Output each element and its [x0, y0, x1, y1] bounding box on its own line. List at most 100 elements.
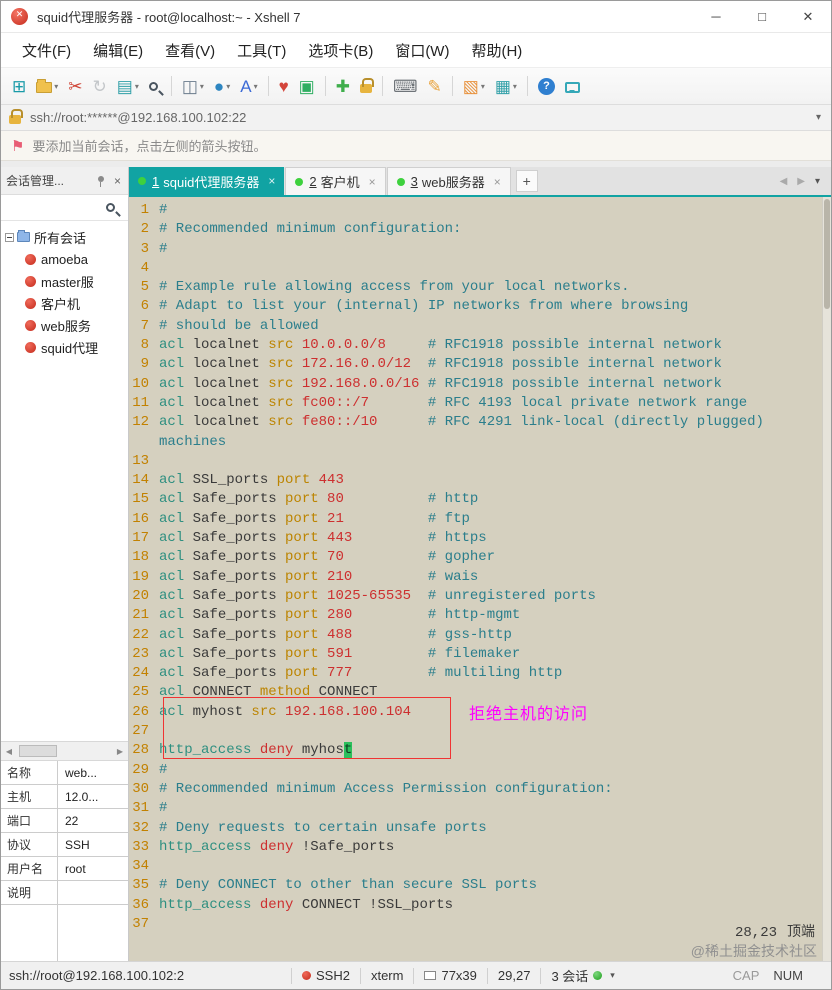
text-segment: port: [285, 549, 328, 566]
text-segment: acl: [159, 337, 193, 354]
text-segment: # should be allowed: [159, 317, 319, 334]
text-segment: # Deny requests to certain unsafe ports: [159, 819, 487, 836]
property-row: 主机 12.0...: [1, 785, 128, 809]
terminal-line: 12 acl localnet src fe80::/10 # RFC 4291 …: [129, 413, 821, 432]
address-bar[interactable]: ssh://root:******@192.168.100.102:22 ▾: [1, 105, 831, 131]
text-segment: localnet: [192, 356, 269, 373]
fullscreen-icon[interactable]: ✚: [332, 72, 354, 100]
tab-menu-icon[interactable]: ▾: [810, 176, 825, 187]
magnifier-glyph: [148, 81, 158, 91]
panel-close-icon[interactable]: ×: [112, 174, 123, 188]
open-session-icon[interactable]: ▾: [32, 72, 62, 100]
highlight-pen-icon[interactable]: ✎: [424, 72, 446, 100]
line-text: acl Safe_ports port 591 # filemaker: [159, 646, 520, 662]
text-segment: # Recommended minimum Access Permission …: [159, 780, 613, 797]
tab-web服务器[interactable]: 3 web服务器 ×: [386, 167, 511, 195]
session-menu-icon[interactable]: ▾: [610, 970, 615, 981]
tile-windows-icon[interactable]: ▦ ▾: [491, 72, 521, 100]
line-number: 29: [132, 761, 149, 778]
minimize-button[interactable]: ─: [693, 1, 739, 33]
menu-item[interactable]: 文件(F): [11, 36, 82, 65]
session-tree-item[interactable]: web服务: [1, 314, 128, 336]
line-number: 28: [132, 742, 149, 759]
session-tree-item[interactable]: squid代理: [1, 336, 128, 358]
text-segment: # RFC 4291 link-local (directly plugged): [427, 414, 764, 431]
session-tree-item[interactable]: master服: [1, 270, 128, 292]
address-dropdown-icon[interactable]: ▾: [814, 112, 823, 123]
proxy-globe-icon[interactable]: ● ▾: [210, 72, 234, 100]
terminal-scrollbar[interactable]: [822, 197, 831, 961]
text-segment: acl: [159, 510, 193, 527]
glyph: ✚: [335, 76, 350, 96]
text-segment: 443: [327, 530, 353, 547]
terminal-line: 4: [129, 259, 821, 278]
font-icon[interactable]: A ▾: [236, 72, 261, 100]
text-segment: port: [285, 626, 328, 643]
main-area: 会话管理... × 所有会话 amoeba master服 客户机 web服务 squi…: [1, 167, 831, 961]
terminal-line: 16 acl Safe_ports port 21 # ftp: [129, 510, 821, 529]
chat-icon[interactable]: [561, 72, 584, 100]
session-properties-icon[interactable]: ▤ ▾: [113, 72, 143, 100]
terminal-line: 35 # Deny CONNECT to other than secure SS…: [129, 876, 821, 895]
terminal-line: 37: [129, 915, 821, 934]
menu-item[interactable]: 工具(T): [226, 36, 297, 65]
maximize-button[interactable]: □: [739, 1, 785, 33]
tab-squid代理服务器[interactable]: 1 squid代理服务器 ×: [129, 167, 285, 195]
tab-nav-forward-icon[interactable]: ▶: [792, 176, 810, 187]
property-value: 12.0...: [65, 789, 99, 804]
tab-close-icon[interactable]: ×: [494, 175, 501, 189]
menu-item[interactable]: 编辑(E): [82, 36, 154, 65]
menu-item[interactable]: 选项卡(B): [297, 36, 384, 65]
help-icon[interactable]: ?: [534, 72, 559, 100]
session-tree-item[interactable]: 客户机: [1, 292, 128, 314]
close-button[interactable]: ✕: [785, 1, 831, 33]
text-segment: localnet: [192, 337, 269, 354]
scroll-right-icon[interactable]: ▶: [112, 747, 128, 756]
menu-item[interactable]: 查看(V): [154, 36, 226, 65]
text-segment: # multiling http: [427, 665, 563, 682]
tab-客户机[interactable]: 2 客户机 ×: [285, 167, 386, 195]
pin-icon[interactable]: [96, 175, 106, 187]
line-text: # Deny requests to certain unsafe ports: [159, 820, 487, 836]
tree-root[interactable]: 所有会话: [1, 226, 128, 248]
terminal-line: 15 acl Safe_ports port 80 # http: [129, 490, 821, 509]
keyboard-icon[interactable]: ⌨: [389, 72, 422, 100]
scrollbar-track[interactable]: [17, 744, 112, 758]
lock-screen-icon[interactable]: [356, 72, 376, 100]
terminal-line: 2 # Recommended minimum configuration:: [129, 220, 821, 239]
text-segment: localnet: [192, 375, 269, 392]
property-row: 说明: [1, 881, 128, 905]
tab-close-icon[interactable]: ×: [268, 174, 275, 188]
terminal[interactable]: 1 #2 # Recommended minimum configuration: 3…: [129, 197, 831, 961]
split-screen-icon[interactable]: ◫ ▾: [178, 72, 208, 100]
text-segment: [386, 337, 428, 353]
flag-icon: ⚑: [11, 137, 25, 155]
menu-item[interactable]: 帮助(H): [460, 36, 533, 65]
search-icon[interactable]: [106, 203, 115, 212]
reconnect-icon[interactable]: ↻: [89, 72, 111, 100]
line-text: # Adapt to list your (internal) IP netwo…: [159, 298, 688, 314]
file-transfer-icon[interactable]: ▧ ▾: [459, 72, 489, 100]
find-icon[interactable]: [145, 72, 165, 100]
compose-bar-icon[interactable]: ▣: [295, 72, 319, 100]
line-text: http_access deny !Safe_ports: [159, 839, 394, 855]
disconnect-icon[interactable]: ✂: [64, 72, 86, 100]
new-tab-button[interactable]: +: [515, 170, 538, 192]
text-segment: port: [285, 530, 328, 547]
new-session-icon[interactable]: ⊞: [8, 72, 30, 100]
session-tree-item[interactable]: amoeba: [1, 248, 128, 270]
sidebar-horizontal-scrollbar[interactable]: ◀ ▶: [1, 741, 128, 761]
tab-nav-back-icon[interactable]: ◀: [775, 176, 793, 187]
text-segment: [344, 491, 428, 507]
line-number: 18: [132, 549, 149, 566]
quick-commands-icon[interactable]: ♥: [275, 72, 293, 100]
tree-collapse-icon[interactable]: [5, 232, 14, 242]
menu-item[interactable]: 窗口(W): [384, 36, 460, 65]
scroll-left-icon[interactable]: ◀: [1, 747, 17, 756]
tab-close-icon[interactable]: ×: [369, 175, 376, 189]
scrollbar-thumb[interactable]: [19, 745, 57, 757]
text-segment: 280: [327, 607, 353, 624]
status-session-count[interactable]: 3 会话 ▾: [551, 966, 614, 985]
terminal-scrollbar-thumb[interactable]: [824, 199, 830, 309]
terminal-line: 22 acl Safe_ports port 488 # gss-http: [129, 626, 821, 645]
